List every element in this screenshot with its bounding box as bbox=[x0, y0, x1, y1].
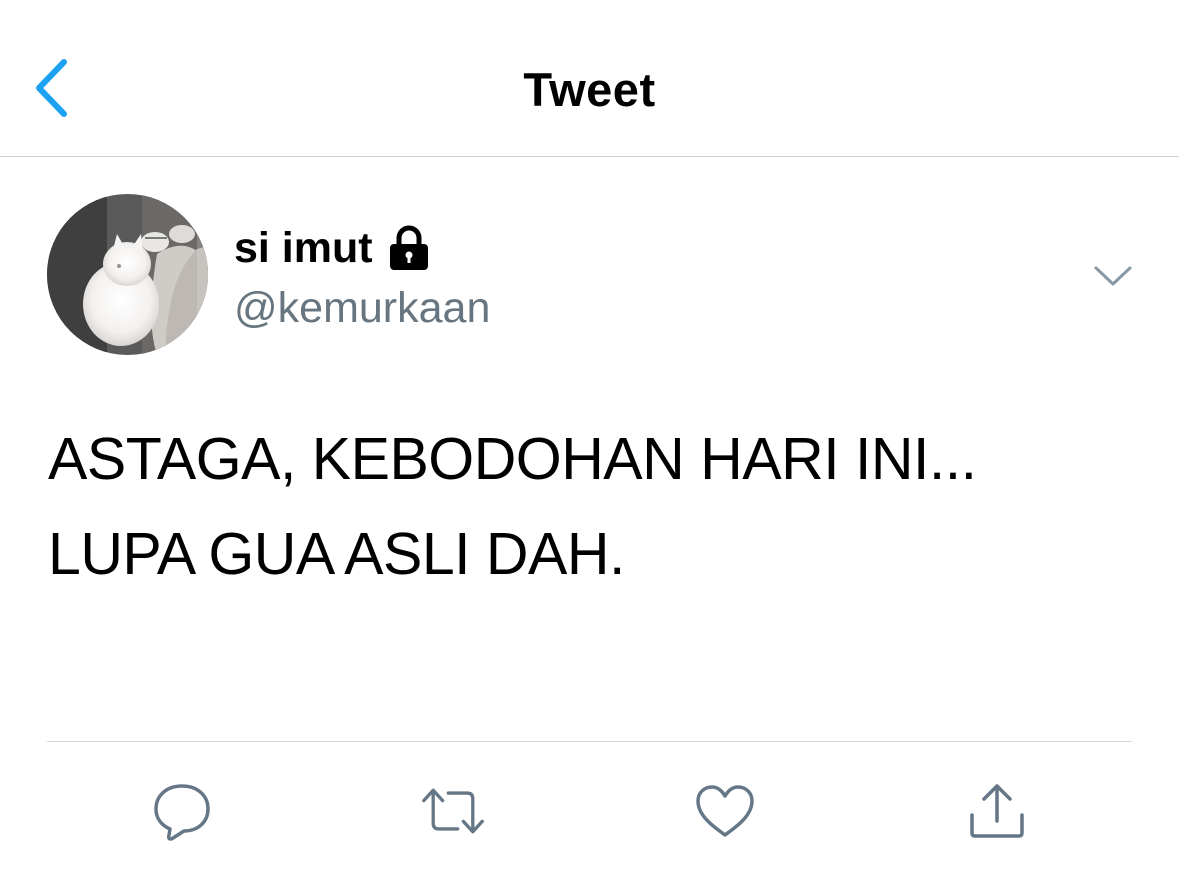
heart-icon bbox=[696, 785, 754, 837]
tweet-text: ASTAGA, KEBODOHAN HARI INI... LUPA GUA A… bbox=[48, 412, 1138, 602]
reply-button[interactable] bbox=[149, 778, 215, 844]
tweet-menu-button[interactable] bbox=[1092, 258, 1134, 294]
comment-icon bbox=[154, 784, 210, 841]
tweet-action-bar bbox=[0, 760, 1179, 860]
share-button[interactable] bbox=[964, 778, 1030, 844]
navigation-bar: Tweet bbox=[0, 0, 1179, 157]
chevron-down-icon bbox=[1094, 266, 1132, 286]
retweet-button[interactable] bbox=[420, 778, 486, 844]
retweet-icon bbox=[422, 788, 484, 834]
avatar-image bbox=[47, 194, 208, 355]
avatar[interactable] bbox=[47, 194, 208, 355]
page-title: Tweet bbox=[523, 63, 656, 116]
lock-icon bbox=[389, 225, 428, 270]
display-name: si imut bbox=[234, 224, 373, 272]
user-handle: @kemurkaan bbox=[234, 284, 491, 332]
display-name-row: si imut bbox=[234, 220, 490, 276]
divider bbox=[47, 741, 1132, 742]
share-icon bbox=[970, 784, 1024, 838]
like-button[interactable] bbox=[692, 778, 758, 844]
tweet-text-line: ASTAGA, KEBODOHAN HARI INI... bbox=[48, 426, 977, 492]
tweet-text-line: LUPA GUA ASLI DAH. bbox=[48, 521, 625, 587]
tweet-author[interactable]: si imut @kemurkaan bbox=[234, 220, 490, 336]
